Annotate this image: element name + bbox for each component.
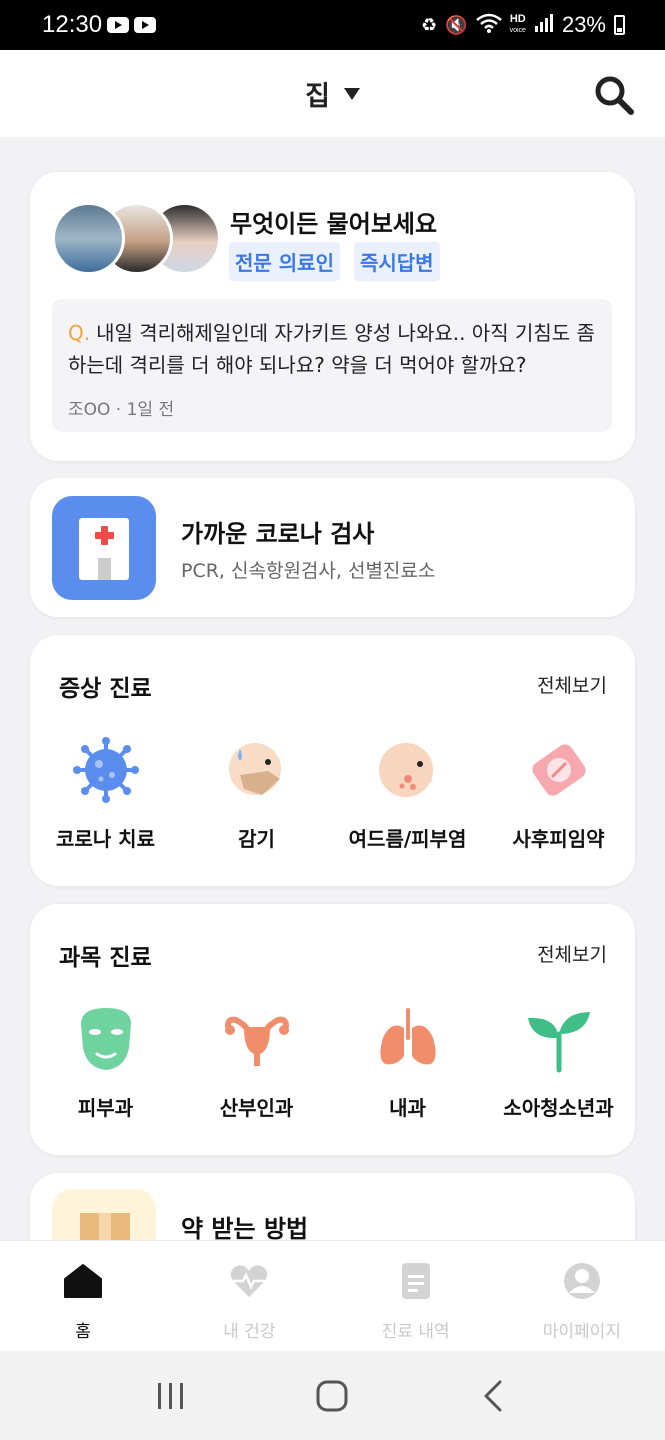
- symptom-label: 감기: [238, 827, 275, 851]
- uterus-icon: [224, 1016, 289, 1066]
- pill-pack-icon: [531, 744, 586, 796]
- department-item-obgyn[interactable]: 산부인과: [181, 1004, 332, 1121]
- lungs-icon: [379, 1008, 436, 1065]
- tag-badge: 즉시답변: [353, 242, 440, 281]
- virus-icon: [72, 737, 139, 803]
- symptom-item-cold[interactable]: 감기: [181, 735, 332, 852]
- signal-icon: [534, 13, 554, 37]
- home-circle-icon[interactable]: [314, 1378, 350, 1414]
- section-title: 과목 진료: [59, 945, 152, 971]
- nav-label: 마이페이지: [542, 1322, 621, 1342]
- doctor-avatars: [52, 202, 221, 277]
- question-preview[interactable]: Q. 내일 격리해제일인데 자가키트 양성 나와요.. 아직 기침도 좀 하는데 …: [52, 299, 612, 432]
- nav-home[interactable]: 홈: [0, 1241, 166, 1351]
- covid-card-subtitle: PCR, 신속항원검사, 선별진료소: [181, 560, 436, 582]
- bottom-navigation: 홈 내 건강 진료 내역 마이페이지: [0, 1240, 665, 1351]
- battery-icon: [614, 15, 625, 35]
- nav-label: 내 건강: [223, 1322, 276, 1342]
- avatar: [52, 202, 125, 275]
- cold-mask-icon: [228, 743, 281, 795]
- qa-tags: 전문 의료인 즉시답변: [229, 242, 440, 281]
- top-header: 집: [0, 50, 665, 137]
- heart-pulse-icon: [231, 1265, 268, 1297]
- department-item-dermatology[interactable]: 피부과: [30, 1004, 181, 1121]
- covid-test-card[interactable]: 가까운 코로나 검사 PCR, 신속항원검사, 선별진료소: [30, 478, 635, 617]
- question-mark-label: Q.: [68, 321, 91, 345]
- qa-card[interactable]: 무엇이든 물어보세요 전문 의료인 즉시답변 Q. 내일 격리해제일인데 자가키트…: [30, 172, 635, 461]
- search-icon: [595, 76, 634, 115]
- search-button[interactable]: [593, 74, 635, 116]
- hospital-icon: [52, 496, 156, 600]
- status-bar: 12:30 ♻ 🔇 HD voice 23%: [0, 0, 665, 50]
- symptom-item-covid[interactable]: 코로나 치료: [30, 735, 181, 852]
- tag-badge: 전문 의료인: [229, 242, 340, 281]
- department-label: 산부인과: [219, 1096, 294, 1120]
- caret-down-icon: [343, 87, 360, 100]
- back-icon[interactable]: [476, 1378, 512, 1414]
- home-icon: [64, 1264, 103, 1298]
- department-label: 내과: [389, 1096, 426, 1120]
- status-time: 12:30: [42, 11, 103, 38]
- sprout-icon: [527, 1012, 590, 1073]
- qa-title: 무엇이든 물어보세요: [230, 210, 438, 238]
- location-selector[interactable]: 집: [305, 74, 360, 113]
- question-body: 내일 격리해제일인데 자가키트 양성 나와요.. 아직 기침도 좀 하는데 격리…: [68, 321, 595, 377]
- nav-history[interactable]: 진료 내역: [333, 1241, 499, 1351]
- youtube-notification-icon: [107, 17, 130, 33]
- symptom-item-acne[interactable]: 여드름/피부염: [332, 735, 483, 852]
- document-icon: [401, 1263, 430, 1299]
- medicine-card-title: 약 받는 방법: [181, 1215, 309, 1243]
- department-section: 과목 진료 전체보기 피부과 산부인과 내과 소아청소년과: [30, 904, 635, 1155]
- location-label: 집: [305, 81, 330, 112]
- department-item-internal[interactable]: 내과: [332, 1004, 483, 1121]
- wifi-icon: [475, 13, 502, 38]
- view-all-link[interactable]: 전체보기: [537, 940, 607, 967]
- covid-card-title: 가까운 코로나 검사: [181, 520, 375, 548]
- recent-apps-icon[interactable]: [153, 1378, 189, 1414]
- symptom-label: 코로나 치료: [56, 827, 155, 851]
- symptom-label: 여드름/피부염: [348, 827, 467, 851]
- question-meta: 조OO · 1일 전: [68, 400, 175, 420]
- battery-percent: 23%: [561, 12, 606, 37]
- profile-icon: [563, 1263, 600, 1299]
- department-label: 소아청소년과: [503, 1096, 614, 1120]
- symptom-label: 사후피임약: [512, 827, 605, 851]
- view-all-link[interactable]: 전체보기: [537, 671, 607, 698]
- mute-icon: 🔇: [445, 14, 468, 35]
- question-text: Q. 내일 격리해제일인데 자가키트 양성 나와요.. 아직 기침도 좀 하는데 …: [68, 317, 596, 381]
- symptom-item-contraceptive[interactable]: 사후피임약: [483, 735, 634, 852]
- nav-mypage[interactable]: 마이페이지: [499, 1241, 665, 1351]
- youtube-notification-icon-2: [134, 17, 157, 33]
- system-navigation-bar: [0, 1351, 665, 1440]
- department-label: 피부과: [77, 1096, 134, 1120]
- recycle-icon: ♻: [421, 14, 438, 35]
- section-title: 증상 진료: [59, 676, 152, 702]
- acne-face-icon: [378, 743, 433, 797]
- face-mask-icon: [80, 1008, 131, 1070]
- department-item-pediatrics[interactable]: 소아청소년과: [483, 1004, 634, 1121]
- nav-my-health[interactable]: 내 건강: [166, 1241, 332, 1351]
- nav-label: 홈: [75, 1322, 91, 1342]
- symptom-section: 증상 진료 전체보기 코로나 치료 감기 여드름/피부염 사후피임약: [30, 635, 635, 886]
- hd-voice-icon: HD voice: [509, 13, 526, 35]
- nav-label: 진료 내역: [381, 1322, 450, 1342]
